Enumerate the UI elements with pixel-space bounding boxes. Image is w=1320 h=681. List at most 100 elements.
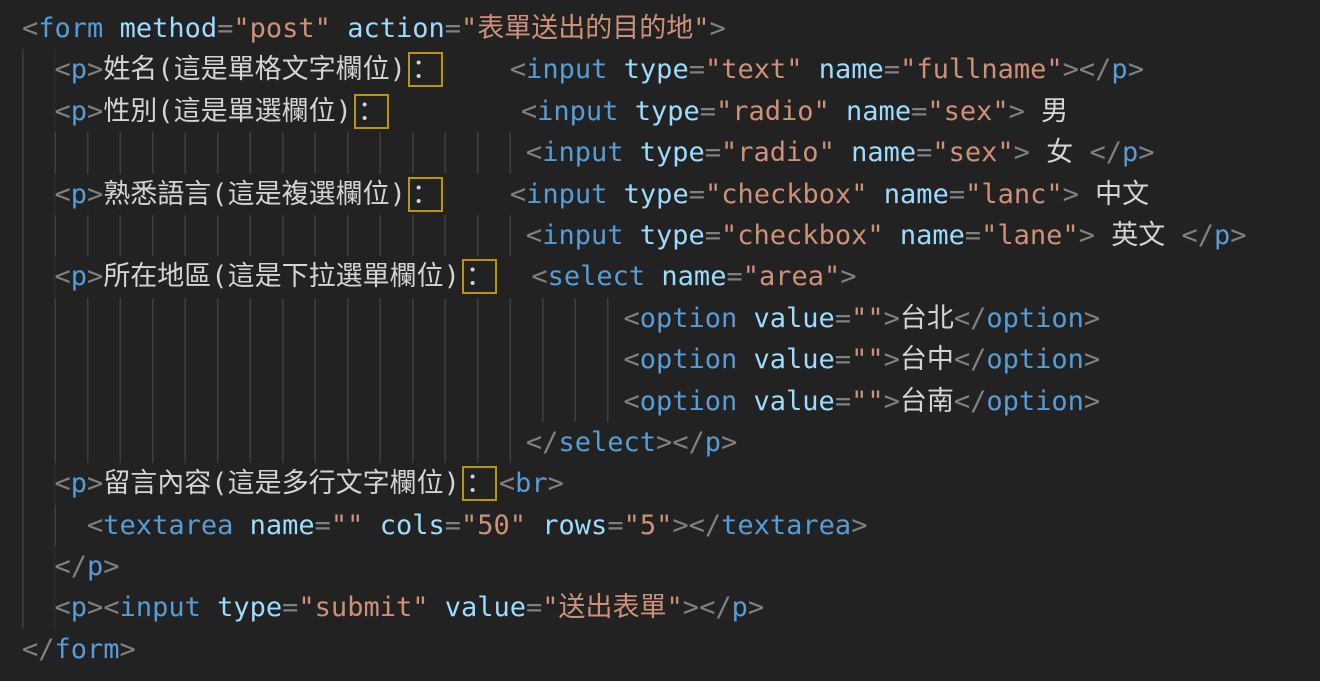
token-plain-text	[499, 261, 532, 292]
token-punctuation: =	[689, 54, 705, 85]
token-plain-text	[835, 137, 851, 168]
token-punctuation: </	[526, 427, 559, 458]
token-punctuation: >	[884, 386, 900, 417]
token-attribute-name: type	[624, 179, 689, 210]
token-plain-text	[363, 510, 379, 541]
token-tag-name: option	[986, 303, 1084, 334]
token-attribute-name: value	[445, 592, 526, 623]
token-punctuation: >	[1063, 54, 1079, 85]
token-plain-text: 性別(這是單選欄位)	[103, 96, 352, 127]
token-tag-name: p	[1122, 137, 1138, 168]
token-plain-text	[884, 220, 900, 251]
token-attribute-name: rows	[542, 510, 607, 541]
token-plain-text: 熟悉語言(這是複選欄位)	[103, 179, 406, 210]
token-string-value: "text"	[705, 54, 803, 85]
indent-guides	[22, 587, 55, 628]
indent-guides	[22, 339, 623, 380]
token-punctuation: >	[103, 551, 119, 582]
unicode-highlight-box: ：	[408, 52, 443, 87]
token-punctuation: >	[1084, 386, 1100, 417]
token-punctuation: >	[87, 179, 103, 210]
code-line: <input type="radio" name="sex"> 女 </p>	[22, 132, 1320, 173]
token-punctuation: >	[87, 54, 103, 85]
token-attribute-name: type	[624, 54, 689, 85]
code-line: <option value="">台南</option>	[22, 381, 1320, 422]
token-string-value: ""	[851, 344, 884, 375]
token-plain-text: 台北	[900, 303, 954, 334]
token-attribute-name: method	[120, 13, 218, 44]
token-punctuation: >	[672, 510, 688, 541]
token-plain-text	[607, 179, 623, 210]
token-tag-name: input	[537, 96, 618, 127]
token-punctuation: <	[22, 13, 38, 44]
token-punctuation: >	[656, 427, 672, 458]
token-plain-text	[445, 54, 510, 85]
token-punctuation: =	[911, 96, 927, 127]
token-punctuation: =	[916, 137, 932, 168]
token-tag-name: p	[71, 468, 87, 499]
token-punctuation: >	[120, 634, 136, 665]
token-plain-text	[445, 179, 510, 210]
token-punctuation: =	[689, 179, 705, 210]
token-tag-name: input	[526, 54, 607, 85]
code-line: </p>	[22, 546, 1320, 587]
token-plain-text	[103, 13, 119, 44]
token-string-value: "sex"	[927, 96, 1008, 127]
code-line: <textarea name="" cols="50" rows="5"></t…	[22, 505, 1320, 546]
token-plain-text: 中文	[1079, 179, 1149, 210]
token-punctuation: >	[851, 510, 867, 541]
token-tag-name: input	[526, 179, 607, 210]
token-punctuation: >	[1138, 137, 1154, 168]
code-line: <input type="checkbox" name="lane"> 英文 <…	[22, 215, 1320, 256]
unicode-highlight-box: ：	[354, 94, 389, 129]
token-plain-text	[201, 592, 217, 623]
token-punctuation: >	[87, 96, 103, 127]
indent-guides	[22, 132, 526, 173]
token-attribute-name: type	[640, 137, 705, 168]
token-punctuation: =	[835, 386, 851, 417]
token-punctuation: =	[726, 261, 742, 292]
token-attribute-name: name	[250, 510, 315, 541]
token-string-value: "checkbox"	[705, 179, 868, 210]
token-punctuation: </	[22, 634, 55, 665]
unicode-highlight-box: ：	[462, 466, 497, 501]
token-tag-name: p	[732, 592, 748, 623]
token-string-value: "50"	[461, 510, 526, 541]
token-string-value: ""	[331, 510, 364, 541]
token-tag-name: p	[71, 179, 87, 210]
token-attribute-name: type	[217, 592, 282, 623]
token-tag-name: p	[71, 54, 87, 85]
token-punctuation: <	[510, 54, 526, 85]
token-attribute-name: name	[819, 54, 884, 85]
token-plain-text	[428, 592, 444, 623]
token-tag-name: p	[71, 96, 87, 127]
token-punctuation: >	[87, 592, 103, 623]
token-tag-name: p	[1111, 54, 1127, 85]
token-plain-text	[803, 54, 819, 85]
token-tag-name: input	[120, 592, 201, 623]
token-punctuation: >	[840, 261, 856, 292]
token-punctuation: =	[884, 54, 900, 85]
token-punctuation: >	[1230, 220, 1246, 251]
token-punctuation: <	[499, 468, 515, 499]
token-tag-name: select	[548, 261, 646, 292]
indent-guides	[22, 256, 55, 297]
token-string-value: "送出表單"	[542, 592, 683, 623]
code-area[interactable]: <form method="post" action="表單送出的目的地"> <…	[0, 0, 1320, 681]
code-line: <p>留言內容(這是多行文字欄位)：<br>	[22, 463, 1320, 504]
token-punctuation: >	[1128, 54, 1144, 85]
token-punctuation: <	[55, 179, 71, 210]
token-string-value: "radio"	[721, 137, 835, 168]
token-punctuation: <	[531, 261, 547, 292]
token-punctuation: <	[55, 468, 71, 499]
indent-guides	[22, 215, 526, 256]
code-line: <p>性別(這是單選欄位)： <input type="radio" name=…	[22, 91, 1320, 132]
token-punctuation: =	[835, 303, 851, 334]
unicode-highlight-box: ：	[462, 259, 497, 294]
token-punctuation: </	[672, 427, 705, 458]
token-plain-text: 留言內容(這是多行文字欄位)	[103, 468, 460, 499]
token-string-value: ""	[851, 386, 884, 417]
token-attribute-name: value	[754, 386, 835, 417]
token-tag-name: form	[55, 634, 120, 665]
token-string-value: ""	[851, 303, 884, 334]
